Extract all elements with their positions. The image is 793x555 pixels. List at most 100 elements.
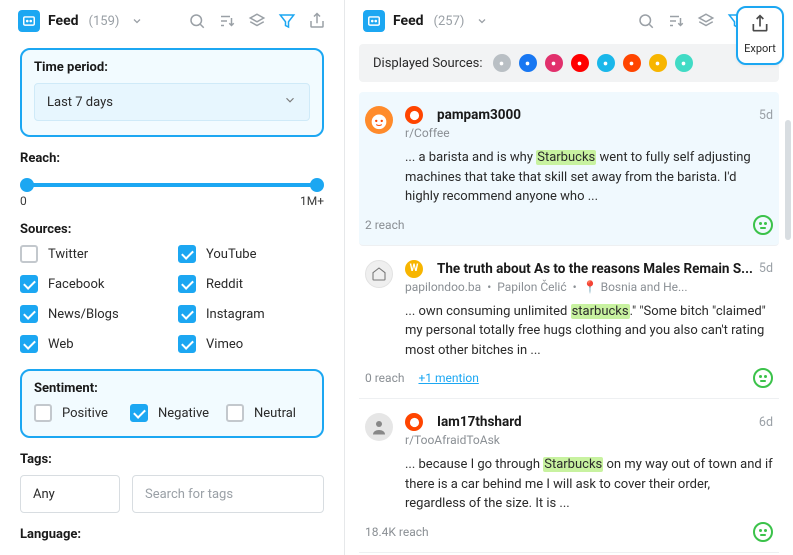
- reach-label: Reach:: [20, 151, 324, 166]
- post-username: The truth about As to the reasons Males …: [437, 261, 753, 277]
- sentiment-label: Neutral: [254, 406, 296, 421]
- post-age: 5d: [759, 261, 773, 276]
- filter-icon[interactable]: [276, 10, 298, 32]
- sentiment-label: Sentiment:: [34, 381, 310, 396]
- web-badge-icon: W: [405, 260, 423, 278]
- reddit-badge-icon: [405, 106, 423, 124]
- sort-icon[interactable]: [665, 10, 687, 32]
- source-checkbox[interactable]: YouTube: [178, 245, 324, 263]
- sentiment-label: Negative: [158, 406, 209, 421]
- source-network-icon[interactable]: [545, 54, 563, 72]
- checkbox-icon: [20, 335, 38, 353]
- tags-label: Tags:: [20, 452, 324, 467]
- post-username: Iam17thshard: [437, 414, 522, 430]
- app-logo-icon: [363, 10, 385, 32]
- checkbox-icon: [226, 404, 244, 422]
- left-header: Feed (159): [0, 0, 344, 42]
- tags-select[interactable]: Any: [20, 475, 120, 513]
- post-age: 6d: [759, 415, 773, 430]
- sentiment-panel: Sentiment: Positive Negative Neutral: [20, 369, 324, 438]
- post-subtext: r/Coffee: [405, 126, 773, 140]
- source-checkbox[interactable]: Facebook: [20, 275, 166, 293]
- share-icon[interactable]: [306, 10, 328, 32]
- feed-title[interactable]: Feed: [393, 13, 424, 29]
- tags-select-value: Any: [33, 487, 55, 502]
- sources-label: Sources:: [20, 222, 324, 237]
- sentiment-checkbox[interactable]: Positive: [34, 404, 118, 422]
- right-header: Feed (257): [345, 0, 793, 42]
- keyword-highlight: Starbucks: [543, 457, 603, 472]
- source-network-icon[interactable]: [623, 54, 641, 72]
- source-checkbox[interactable]: Twitter: [20, 245, 166, 263]
- checkbox-icon: [20, 305, 38, 323]
- post-reach: 2 reach: [365, 218, 404, 232]
- reddit-badge-icon: [405, 413, 423, 431]
- avatar-icon: [365, 260, 393, 288]
- post-age: 5d: [759, 108, 773, 123]
- time-period-select[interactable]: Last 7 days: [34, 83, 310, 121]
- feed-post[interactable]: pampam30005dr/Coffee... a barista and is…: [359, 92, 779, 246]
- post-meta: papilondoo.ba•Papilon Čelić•📍 Bosnia and…: [405, 280, 773, 294]
- checkbox-icon: [130, 404, 148, 422]
- source-network-icon[interactable]: [519, 54, 537, 72]
- source-label: Instagram: [206, 307, 265, 322]
- checkbox-icon: [178, 335, 196, 353]
- layers-icon[interactable]: [246, 10, 268, 32]
- post-username: pampam3000: [437, 107, 521, 123]
- sentiment-face-icon[interactable]: [753, 215, 773, 235]
- layers-icon[interactable]: [695, 10, 717, 32]
- avatar-icon: [365, 413, 393, 441]
- source-label: Reddit: [206, 277, 243, 292]
- export-label: Export: [744, 42, 776, 55]
- post-reach: 18.4K reach: [365, 525, 429, 539]
- tags-search-input[interactable]: [132, 475, 324, 513]
- checkbox-icon: [34, 404, 52, 422]
- source-checkbox[interactable]: News/Blogs: [20, 305, 166, 323]
- displayed-sources-bar: Displayed Sources:: [359, 44, 779, 82]
- feed-post[interactable]: Iam17thshard6dr/TooAfraidToAsk... becaus…: [359, 399, 779, 553]
- search-icon[interactable]: [635, 10, 657, 32]
- feed-post[interactable]: W The truth about As to the reasons Males…: [359, 246, 779, 400]
- reach-min: 0: [20, 194, 27, 208]
- reach-max: 1M+: [300, 194, 324, 208]
- export-callout[interactable]: Export: [736, 6, 784, 65]
- language-label: Language:: [20, 527, 324, 542]
- search-icon[interactable]: [186, 10, 208, 32]
- source-label: Twitter: [48, 247, 88, 262]
- checkbox-icon: [178, 245, 196, 263]
- chevron-down-icon[interactable]: [131, 12, 143, 31]
- source-network-icon[interactable]: [649, 54, 667, 72]
- feed-title[interactable]: Feed: [48, 13, 79, 29]
- sentiment-face-icon[interactable]: [753, 522, 773, 542]
- source-checkbox[interactable]: Web: [20, 335, 166, 353]
- avatar-icon: [365, 106, 393, 134]
- slider-thumb-min[interactable]: [20, 178, 34, 192]
- source-label: Web: [48, 337, 74, 352]
- source-label: Facebook: [48, 277, 104, 292]
- chevron-down-icon[interactable]: [476, 12, 488, 31]
- source-network-icon[interactable]: [571, 54, 589, 72]
- source-network-icon[interactable]: [597, 54, 615, 72]
- keyword-highlight: starbucks: [571, 304, 630, 319]
- source-label: YouTube: [206, 247, 257, 262]
- mention-link[interactable]: +1 mention: [418, 371, 478, 385]
- keyword-highlight: Starbucks: [536, 150, 596, 165]
- scrollbar[interactable]: [785, 120, 791, 240]
- time-period-label: Time period:: [34, 60, 310, 75]
- source-label: News/Blogs: [48, 307, 119, 322]
- source-checkbox[interactable]: Vimeo: [178, 335, 324, 353]
- source-checkbox[interactable]: Instagram: [178, 305, 324, 323]
- source-network-icon[interactable]: [493, 54, 511, 72]
- post-subtext: r/TooAfraidToAsk: [405, 433, 773, 447]
- sentiment-face-icon[interactable]: [753, 368, 773, 388]
- reach-slider[interactable]: [22, 176, 322, 180]
- sort-icon[interactable]: [216, 10, 238, 32]
- displayed-sources-label: Displayed Sources:: [373, 56, 483, 71]
- sentiment-checkbox[interactable]: Negative: [130, 404, 214, 422]
- source-checkbox[interactable]: Reddit: [178, 275, 324, 293]
- source-label: Vimeo: [206, 337, 243, 352]
- slider-thumb-max[interactable]: [310, 178, 324, 192]
- source-network-icon[interactable]: [675, 54, 693, 72]
- post-reach: 0 reach: [365, 371, 404, 385]
- sentiment-checkbox[interactable]: Neutral: [226, 404, 310, 422]
